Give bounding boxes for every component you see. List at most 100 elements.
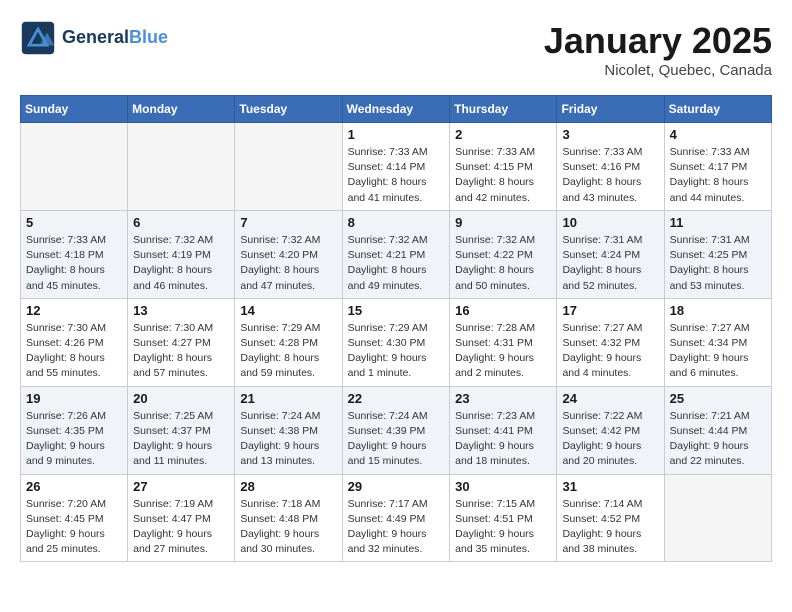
calendar-day: 29 Sunrise: 7:17 AMSunset: 4:49 PMDayligh… xyxy=(342,474,450,562)
calendar-day: 27 Sunrise: 7:19 AMSunset: 4:47 PMDayligh… xyxy=(128,474,235,562)
day-info: Sunrise: 7:21 AMSunset: 4:44 PMDaylight:… xyxy=(670,409,766,470)
month-title: January 2025 xyxy=(544,20,772,62)
day-info: Sunrise: 7:24 AMSunset: 4:39 PMDaylight:… xyxy=(348,409,445,470)
day-info: Sunrise: 7:20 AMSunset: 4:45 PMDaylight:… xyxy=(26,497,122,558)
day-info: Sunrise: 7:17 AMSunset: 4:49 PMDaylight:… xyxy=(348,497,445,558)
calendar-day: 26 Sunrise: 7:20 AMSunset: 4:45 PMDayligh… xyxy=(21,474,128,562)
weekday-header-row: SundayMondayTuesdayWednesdayThursdayFrid… xyxy=(21,96,772,123)
day-number: 19 xyxy=(26,391,122,406)
calendar-day: 17 Sunrise: 7:27 AMSunset: 4:32 PMDayligh… xyxy=(557,298,664,386)
calendar-day: 9 Sunrise: 7:32 AMSunset: 4:22 PMDaylight… xyxy=(450,210,557,298)
calendar-day: 15 Sunrise: 7:29 AMSunset: 4:30 PMDayligh… xyxy=(342,298,450,386)
day-number: 5 xyxy=(26,215,122,230)
calendar-day: 10Sunrise: 7:31 AMSunset: 4:24 PMDayligh… xyxy=(557,210,664,298)
logo-text: GeneralBlue xyxy=(62,28,168,48)
weekday-header: Tuesday xyxy=(235,96,342,123)
calendar-week-row: 12 Sunrise: 7:30 AMSunset: 4:26 PMDayligh… xyxy=(21,298,772,386)
weekday-header: Saturday xyxy=(664,96,771,123)
day-number: 29 xyxy=(348,479,445,494)
calendar-day: 8Sunrise: 7:32 AMSunset: 4:21 PMDaylight… xyxy=(342,210,450,298)
day-info: Sunrise: 7:15 AMSunset: 4:51 PMDaylight:… xyxy=(455,497,551,558)
day-number: 1 xyxy=(348,127,445,142)
day-info: Sunrise: 7:33 AMSunset: 4:14 PMDaylight:… xyxy=(348,145,445,206)
calendar-day: 20Sunrise: 7:25 AMSunset: 4:37 PMDayligh… xyxy=(128,386,235,474)
day-info: Sunrise: 7:32 AMSunset: 4:22 PMDaylight:… xyxy=(455,233,551,294)
day-number: 9 xyxy=(455,215,551,230)
location: Nicolet, Quebec, Canada xyxy=(544,62,772,79)
calendar-day: 18 Sunrise: 7:27 AMSunset: 4:34 PMDayligh… xyxy=(664,298,771,386)
day-number: 21 xyxy=(240,391,336,406)
day-info: Sunrise: 7:32 AMSunset: 4:20 PMDaylight:… xyxy=(240,233,336,294)
day-info: Sunrise: 7:30 AMSunset: 4:26 PMDaylight:… xyxy=(26,321,122,382)
calendar-day: 13Sunrise: 7:30 AMSunset: 4:27 PMDayligh… xyxy=(128,298,235,386)
day-info: Sunrise: 7:32 AMSunset: 4:19 PMDaylight:… xyxy=(133,233,229,294)
calendar-week-row: 5 Sunrise: 7:33 AMSunset: 4:18 PMDaylight… xyxy=(21,210,772,298)
day-number: 12 xyxy=(26,303,122,318)
day-info: Sunrise: 7:22 AMSunset: 4:42 PMDaylight:… xyxy=(562,409,658,470)
day-number: 6 xyxy=(133,215,229,230)
calendar-day-empty xyxy=(21,123,128,211)
day-number: 31 xyxy=(562,479,658,494)
calendar-day-empty xyxy=(664,474,771,562)
day-number: 26 xyxy=(26,479,122,494)
calendar-day: 11Sunrise: 7:31 AMSunset: 4:25 PMDayligh… xyxy=(664,210,771,298)
day-info: Sunrise: 7:25 AMSunset: 4:37 PMDaylight:… xyxy=(133,409,229,470)
weekday-header: Thursday xyxy=(450,96,557,123)
day-info: Sunrise: 7:19 AMSunset: 4:47 PMDaylight:… xyxy=(133,497,229,558)
calendar-day-empty xyxy=(235,123,342,211)
day-info: Sunrise: 7:29 AMSunset: 4:30 PMDaylight:… xyxy=(348,321,445,382)
day-info: Sunrise: 7:33 AMSunset: 4:17 PMDaylight:… xyxy=(670,145,766,206)
logo-icon xyxy=(20,20,56,56)
day-info: Sunrise: 7:27 AMSunset: 4:34 PMDaylight:… xyxy=(670,321,766,382)
calendar-day: 28Sunrise: 7:18 AMSunset: 4:48 PMDayligh… xyxy=(235,474,342,562)
calendar-day: 21 Sunrise: 7:24 AMSunset: 4:38 PMDayligh… xyxy=(235,386,342,474)
day-number: 2 xyxy=(455,127,551,142)
day-number: 27 xyxy=(133,479,229,494)
day-info: Sunrise: 7:33 AMSunset: 4:16 PMDaylight:… xyxy=(562,145,658,206)
calendar-day: 1 Sunrise: 7:33 AMSunset: 4:14 PMDaylight… xyxy=(342,123,450,211)
day-info: Sunrise: 7:33 AMSunset: 4:18 PMDaylight:… xyxy=(26,233,122,294)
logo: GeneralBlue xyxy=(20,20,168,56)
calendar-day: 6 Sunrise: 7:32 AMSunset: 4:19 PMDaylight… xyxy=(128,210,235,298)
day-info: Sunrise: 7:26 AMSunset: 4:35 PMDaylight:… xyxy=(26,409,122,470)
weekday-header: Friday xyxy=(557,96,664,123)
calendar-day: 5 Sunrise: 7:33 AMSunset: 4:18 PMDaylight… xyxy=(21,210,128,298)
calendar-day: 22 Sunrise: 7:24 AMSunset: 4:39 PMDayligh… xyxy=(342,386,450,474)
day-number: 7 xyxy=(240,215,336,230)
day-number: 23 xyxy=(455,391,551,406)
day-info: Sunrise: 7:27 AMSunset: 4:32 PMDaylight:… xyxy=(562,321,658,382)
calendar-table: SundayMondayTuesdayWednesdayThursdayFrid… xyxy=(20,95,772,562)
calendar-week-row: 19 Sunrise: 7:26 AMSunset: 4:35 PMDayligh… xyxy=(21,386,772,474)
day-info: Sunrise: 7:30 AMSunset: 4:27 PMDaylight:… xyxy=(133,321,229,382)
calendar-day: 2Sunrise: 7:33 AMSunset: 4:15 PMDaylight… xyxy=(450,123,557,211)
day-number: 22 xyxy=(348,391,445,406)
day-number: 3 xyxy=(562,127,658,142)
weekday-header: Wednesday xyxy=(342,96,450,123)
day-number: 11 xyxy=(670,215,766,230)
calendar-day: 23 Sunrise: 7:23 AMSunset: 4:41 PMDayligh… xyxy=(450,386,557,474)
calendar-day: 19 Sunrise: 7:26 AMSunset: 4:35 PMDayligh… xyxy=(21,386,128,474)
day-info: Sunrise: 7:24 AMSunset: 4:38 PMDaylight:… xyxy=(240,409,336,470)
day-number: 15 xyxy=(348,303,445,318)
day-info: Sunrise: 7:23 AMSunset: 4:41 PMDaylight:… xyxy=(455,409,551,470)
calendar-day: 24Sunrise: 7:22 AMSunset: 4:42 PMDayligh… xyxy=(557,386,664,474)
day-info: Sunrise: 7:28 AMSunset: 4:31 PMDaylight:… xyxy=(455,321,551,382)
calendar-day: 7 Sunrise: 7:32 AMSunset: 4:20 PMDaylight… xyxy=(235,210,342,298)
day-number: 16 xyxy=(455,303,551,318)
page-header: GeneralBlue January 2025 Nicolet, Quebec… xyxy=(20,20,772,79)
day-number: 30 xyxy=(455,479,551,494)
calendar-day: 25 Sunrise: 7:21 AMSunset: 4:44 PMDayligh… xyxy=(664,386,771,474)
calendar-day-empty xyxy=(128,123,235,211)
calendar-day: 4Sunrise: 7:33 AMSunset: 4:17 PMDaylight… xyxy=(664,123,771,211)
day-number: 18 xyxy=(670,303,766,318)
calendar-day: 16 Sunrise: 7:28 AMSunset: 4:31 PMDayligh… xyxy=(450,298,557,386)
calendar-week-row: 26 Sunrise: 7:20 AMSunset: 4:45 PMDayligh… xyxy=(21,474,772,562)
calendar-day: 3 Sunrise: 7:33 AMSunset: 4:16 PMDaylight… xyxy=(557,123,664,211)
day-info: Sunrise: 7:29 AMSunset: 4:28 PMDaylight:… xyxy=(240,321,336,382)
calendar-day: 14Sunrise: 7:29 AMSunset: 4:28 PMDayligh… xyxy=(235,298,342,386)
calendar-day: 12 Sunrise: 7:30 AMSunset: 4:26 PMDayligh… xyxy=(21,298,128,386)
day-info: Sunrise: 7:31 AMSunset: 4:24 PMDaylight:… xyxy=(562,233,658,294)
day-number: 25 xyxy=(670,391,766,406)
weekday-header: Monday xyxy=(128,96,235,123)
day-number: 17 xyxy=(562,303,658,318)
